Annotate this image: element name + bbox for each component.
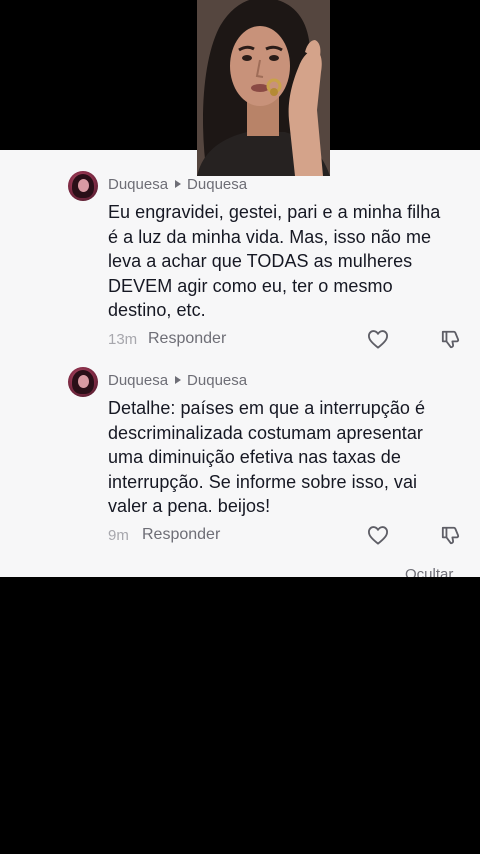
caret-right-icon [175, 180, 182, 188]
video-overlay[interactable] [197, 0, 330, 176]
avatar[interactable] [68, 367, 98, 397]
comment-author[interactable]: Duquesa [108, 176, 168, 193]
heart-outline-icon[interactable] [367, 525, 389, 545]
video-person-illustration [197, 0, 330, 176]
reply-thread-line: Duquesa Duquesa [108, 370, 247, 390]
avatar-face [78, 375, 89, 388]
comment-text: Detalhe: países em que a interrupção é d… [108, 398, 426, 516]
comment-footer: 13m Responder [108, 328, 463, 350]
reply-button[interactable]: Responder [148, 330, 226, 348]
reply-to-author[interactable]: Duquesa [187, 372, 247, 389]
comment-time: 9m [108, 526, 129, 544]
reply-button[interactable]: Responder [142, 526, 220, 544]
avatar-face [78, 179, 89, 192]
comment-footer: 9m Responder [108, 524, 463, 546]
bottom-black-band [0, 577, 480, 854]
thumbs-down-outline-icon[interactable] [440, 329, 462, 349]
hide-replies-link[interactable]: Ocultar [405, 566, 453, 577]
screen: Duquesa Duquesa Eu engravidei, gestei, p… [0, 0, 480, 854]
comment-author[interactable]: Duquesa [108, 372, 168, 389]
heart-outline-icon[interactable] [367, 329, 389, 349]
comment-time: 13m [108, 330, 138, 348]
thumbs-down-outline-icon[interactable] [440, 525, 462, 545]
comment-text: Eu engravidei, gestei, pari e a minha fi… [108, 202, 441, 320]
reply-thread-line: Duquesa Duquesa [108, 174, 247, 194]
avatar[interactable] [68, 171, 98, 201]
reply-to-author[interactable]: Duquesa [187, 176, 247, 193]
caret-right-icon [175, 376, 182, 384]
comments-panel: Duquesa Duquesa Eu engravidei, gestei, p… [0, 150, 480, 577]
